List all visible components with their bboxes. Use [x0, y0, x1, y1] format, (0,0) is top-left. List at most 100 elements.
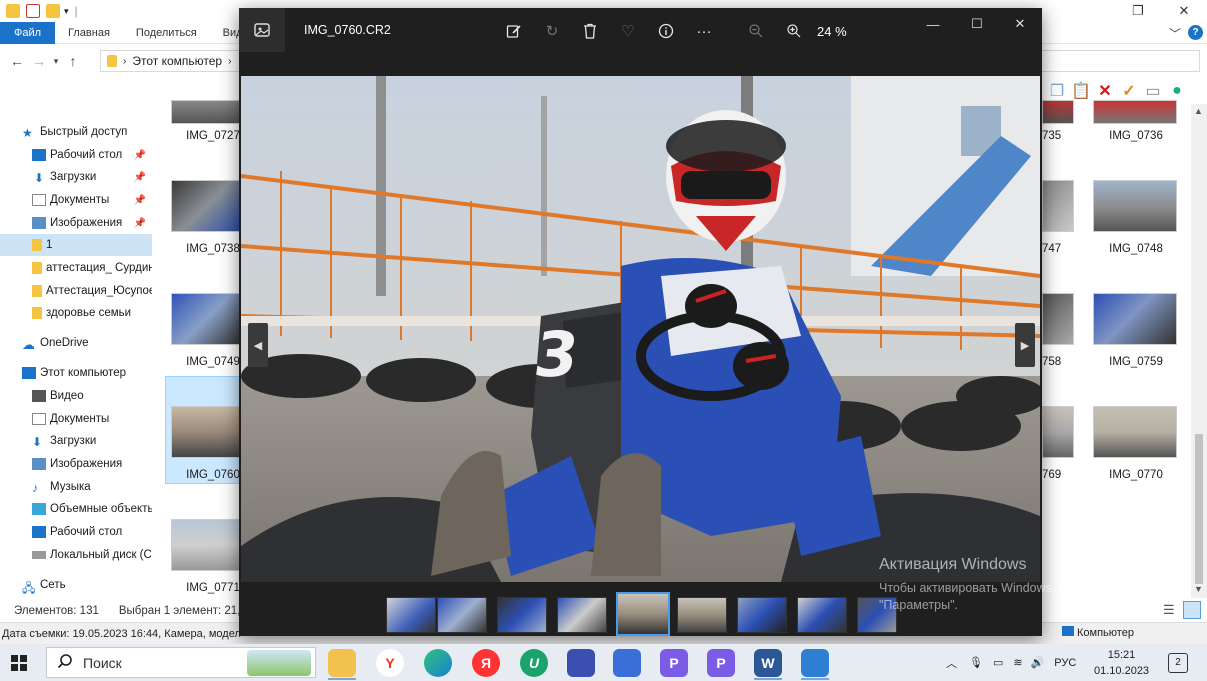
file-thumbnail[interactable] [1093, 100, 1177, 124]
windows-start-icon[interactable] [0, 644, 38, 681]
file-name-partial[interactable]: 769 [1042, 469, 1062, 481]
vertical-scrollbar[interactable]: ▲ ▼ [1191, 104, 1207, 598]
nav-item-video[interactable]: Видео [0, 385, 152, 407]
yandex-icon[interactable]: Я [472, 649, 500, 677]
volume-icon[interactable]: 🔊 [1031, 656, 1045, 669]
breadcrumb-this-pc[interactable]: Этот компьютер [132, 54, 222, 68]
file-name[interactable]: IMG_0736 [1091, 130, 1181, 142]
previous-photo-icon[interactable]: ◀ [248, 323, 268, 367]
close-icon[interactable]: ✕ [998, 14, 1042, 34]
nav-item-pictures[interactable]: Изображения [0, 453, 152, 475]
file-thumbnail[interactable] [171, 180, 241, 232]
tab-file[interactable]: Файл [0, 21, 56, 44]
file-name-partial[interactable]: 747 [1042, 243, 1062, 255]
filmstrip-thumbnail[interactable] [437, 597, 487, 633]
back-arrow-icon[interactable]: ← [6, 53, 28, 69]
file-explorer-taskbar-icon[interactable] [328, 649, 356, 677]
filmstrip-thumbnail[interactable] [737, 597, 787, 633]
favorite-icon[interactable]: ♡ [609, 20, 647, 42]
zoom-out-icon[interactable] [737, 20, 775, 42]
paste-icon[interactable]: 📋 [1071, 82, 1091, 100]
filmstrip-thumbnail[interactable] [677, 597, 727, 633]
nav-item-folder[interactable]: аттестация_ Сурдин [0, 257, 152, 279]
nav-item-folder[interactable]: здоровье семьи [0, 302, 152, 324]
taskbar-search[interactable]: Поиск [46, 647, 316, 678]
shield-app-icon[interactable] [613, 649, 641, 677]
scroll-down-icon[interactable]: ▼ [1194, 584, 1203, 594]
rotate-icon[interactable]: ↻ [533, 20, 571, 42]
edge-browser-icon[interactable] [424, 649, 452, 677]
close-icon[interactable]: ✕ [1161, 0, 1207, 22]
delete-icon[interactable] [571, 20, 609, 42]
minimize-icon[interactable]: — [911, 14, 955, 34]
main-photo[interactable]: 3 [241, 76, 1040, 582]
large-icons-view-icon[interactable] [1183, 601, 1201, 619]
maximize-icon[interactable]: ☐ [955, 14, 999, 34]
file-name[interactable]: IMG_0770 [1091, 469, 1181, 481]
checkmark-icon[interactable]: ✓ [1120, 82, 1138, 100]
details-view-icon[interactable]: ☰ [1163, 602, 1175, 618]
file-thumbnail[interactable] [1042, 293, 1074, 345]
nav-item-documents[interactable]: Документы [0, 408, 152, 430]
tab-home[interactable]: Главная [55, 22, 123, 44]
p-app-icon[interactable]: P [707, 649, 735, 677]
file-thumbnail[interactable] [171, 406, 241, 458]
word-icon[interactable]: W [754, 649, 782, 677]
utorrent-icon[interactable]: U [520, 649, 548, 677]
wifi-icon[interactable]: ≋ [1013, 656, 1022, 669]
filmstrip-thumbnail-current[interactable] [616, 592, 670, 636]
file-name-partial[interactable]: 735 [1042, 130, 1062, 142]
nav-onedrive[interactable]: ☁ OneDrive [0, 332, 152, 354]
nav-item-desktop[interactable]: Рабочий стол [0, 521, 152, 543]
next-photo-icon[interactable]: ▶ [1015, 323, 1035, 367]
nav-this-pc[interactable]: Этот компьютер [0, 362, 152, 384]
notification-center-icon[interactable]: 2 [1168, 653, 1188, 673]
file-thumbnail[interactable] [1042, 100, 1074, 124]
file-thumbnail[interactable] [171, 519, 241, 571]
restore-icon[interactable]: ❐ [1115, 0, 1161, 22]
nav-item-pictures[interactable]: Изображения 📌 [0, 212, 152, 234]
more-icon[interactable]: ··· [685, 20, 723, 42]
file-thumbnail[interactable] [1042, 406, 1074, 458]
forward-arrow-icon[interactable]: → [28, 53, 50, 69]
tab-share[interactable]: Поделиться [123, 22, 210, 44]
pin-icon[interactable]: 📌 [134, 195, 146, 206]
edit-icon[interactable] [495, 20, 533, 42]
nav-item-local-disk[interactable]: Локальный диск (С [0, 544, 152, 566]
clock[interactable]: 15:21 01.10.2023 [1094, 644, 1149, 681]
battery-icon[interactable]: ▭ [993, 656, 1003, 669]
file-name-partial[interactable]: 758 [1042, 356, 1062, 368]
ribbon-collapse-icon[interactable]: ﹀ [1169, 25, 1181, 42]
p-app-icon[interactable]: P [660, 649, 688, 677]
file-thumbnail[interactable] [171, 100, 241, 124]
scrollbar-thumb[interactable] [1195, 434, 1203, 584]
file-thumbnail[interactable] [171, 293, 241, 345]
up-arrow-icon[interactable]: ↑ [62, 53, 84, 69]
nav-quick-access[interactable]: ★ Быстрый доступ [0, 121, 152, 143]
nav-item-folder[interactable]: Аттестация_Юсупое [0, 280, 152, 302]
nav-item-downloads[interactable]: ⬇ Загрузки 📌 [0, 166, 152, 188]
photos-taskbar-icon[interactable] [801, 649, 829, 677]
rename-icon[interactable]: ▭ [1144, 82, 1162, 100]
delete-x-icon[interactable]: ✕ [1096, 82, 1114, 100]
filmstrip-thumbnail[interactable] [857, 597, 897, 633]
filmstrip-thumbnail[interactable] [386, 597, 436, 633]
copy-icon[interactable]: ❐ [1048, 82, 1066, 100]
file-thumbnail[interactable] [1093, 406, 1177, 458]
pin-icon[interactable]: 📌 [134, 172, 146, 183]
file-name[interactable]: IMG_0759 [1091, 356, 1181, 368]
yandex-browser-icon[interactable]: Y [376, 649, 404, 677]
pin-icon[interactable]: 📌 [134, 218, 146, 229]
breadcrumb-chevron-icon[interactable]: › [123, 56, 126, 67]
language-indicator[interactable]: РУС [1054, 657, 1076, 669]
file-thumbnail[interactable] [1093, 180, 1177, 232]
nav-item-music[interactable]: ♪ Музыка [0, 476, 152, 498]
photos-app-icon[interactable] [239, 8, 285, 52]
file-thumbnail[interactable] [1042, 180, 1074, 232]
scroll-up-icon[interactable]: ▲ [1194, 106, 1203, 116]
filmstrip-thumbnail[interactable] [797, 597, 847, 633]
office-app-icon[interactable] [567, 649, 595, 677]
nav-network[interactable]: 🖧 Сеть [0, 574, 152, 596]
recent-dropdown-icon[interactable]: ▾ [50, 56, 62, 67]
microphone-icon[interactable]: 🎙 [969, 656, 983, 669]
